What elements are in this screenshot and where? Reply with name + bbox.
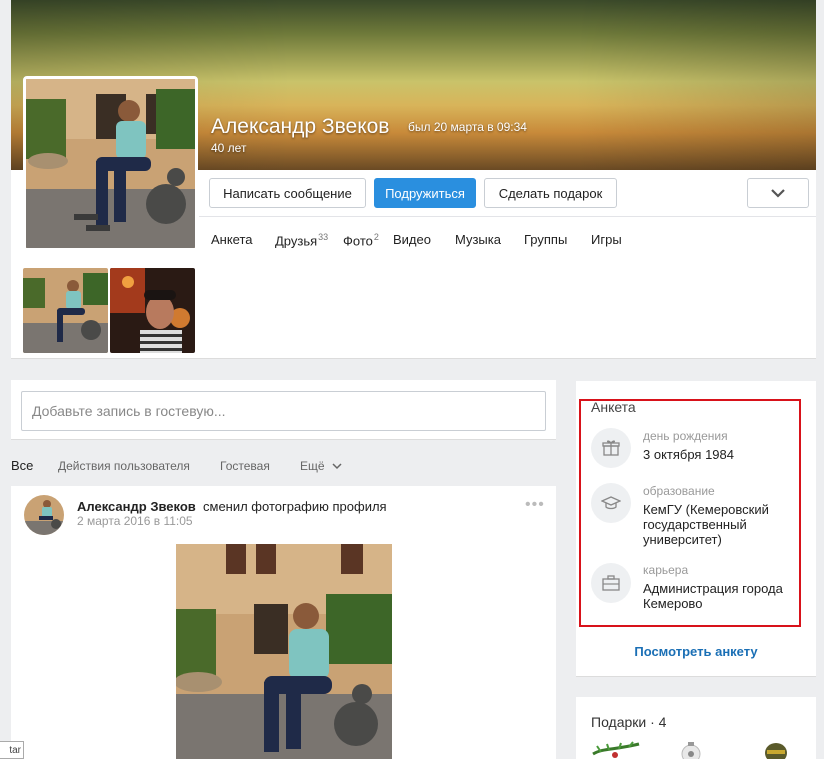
info-label-education: образование <box>643 484 715 498</box>
tab-video[interactable]: Видео <box>393 232 431 247</box>
filter-guestbook[interactable]: Гостевая <box>220 459 270 473</box>
tab-friends[interactable]: Друзья33 <box>275 232 328 248</box>
tab-music[interactable]: Музыка <box>455 232 501 247</box>
tab-profile-info[interactable]: Анкета <box>211 232 253 247</box>
filter-more[interactable]: Ещё <box>300 459 342 473</box>
profile-info-card: Анкета день рождения 3 октября 1984 обра… <box>576 381 816 677</box>
send-message-button[interactable]: Написать сообщение <box>209 178 366 208</box>
profile-avatar[interactable] <box>23 76 198 251</box>
graduation-cap-icon <box>591 483 631 523</box>
corner-tag: tar <box>0 741 24 759</box>
post-action-text: сменил фотографию профиля <box>203 499 387 514</box>
gift-item[interactable] <box>591 740 641 759</box>
add-friend-button[interactable]: Подружиться <box>374 178 476 208</box>
last-seen-status: был 20 марта в 09:34 <box>408 120 527 134</box>
post-photo[interactable] <box>176 544 392 759</box>
tab-photos[interactable]: Фото2 <box>343 232 379 248</box>
gift-icon <box>591 428 631 468</box>
profile-card: Александр Звеков был 20 марта в 09:34 40… <box>11 0 816 359</box>
info-value-birthday: 3 октября 1984 <box>643 447 734 462</box>
feed-post: Александр Звеков сменил фотографию профи… <box>11 486 556 759</box>
photo-thumbnail[interactable] <box>23 268 108 353</box>
more-actions-button[interactable] <box>747 178 809 208</box>
chevron-down-icon <box>332 463 342 470</box>
filter-all[interactable]: Все <box>11 458 33 473</box>
gift-item[interactable] <box>761 740 791 759</box>
gifts-title[interactable]: Подарки · 4 <box>591 714 666 730</box>
view-profile-info-link[interactable]: Посмотреть анкету <box>576 644 816 659</box>
tab-games[interactable]: Игры <box>591 232 622 247</box>
gift-item[interactable] <box>676 740 706 759</box>
info-label-career: карьера <box>643 563 689 577</box>
photo-thumbnail[interactable] <box>110 268 195 353</box>
profile-name: Александр Звеков <box>211 115 390 138</box>
info-value-career[interactable]: Администрация города Кемерово <box>643 581 803 611</box>
guestbook-input[interactable]: Добавьте запись в гостевую... <box>21 391 546 431</box>
gifts-card: Подарки · 4 <box>576 697 816 759</box>
post-author-name[interactable]: Александр Звеков <box>77 499 196 514</box>
tab-groups[interactable]: Группы <box>524 232 567 247</box>
info-card-title: Анкета <box>591 399 636 415</box>
make-gift-button[interactable]: Сделать подарок <box>484 178 617 208</box>
wall-post-composer: Добавьте запись в гостевую... <box>11 380 556 440</box>
info-value-education[interactable]: КемГУ (Кемеровский государственный униве… <box>643 502 803 547</box>
post-timestamp[interactable]: 2 марта 2016 в 11:05 <box>77 514 193 528</box>
chevron-down-icon <box>771 189 785 198</box>
info-label-birthday: день рождения <box>643 429 728 443</box>
profile-age: 40 лет <box>211 141 247 155</box>
post-author-avatar[interactable] <box>24 495 64 535</box>
briefcase-icon <box>591 563 631 603</box>
tabs-divider <box>199 216 816 217</box>
post-menu-icon[interactable]: ••• <box>525 496 545 514</box>
filter-user-actions[interactable]: Действия пользователя <box>58 459 190 473</box>
